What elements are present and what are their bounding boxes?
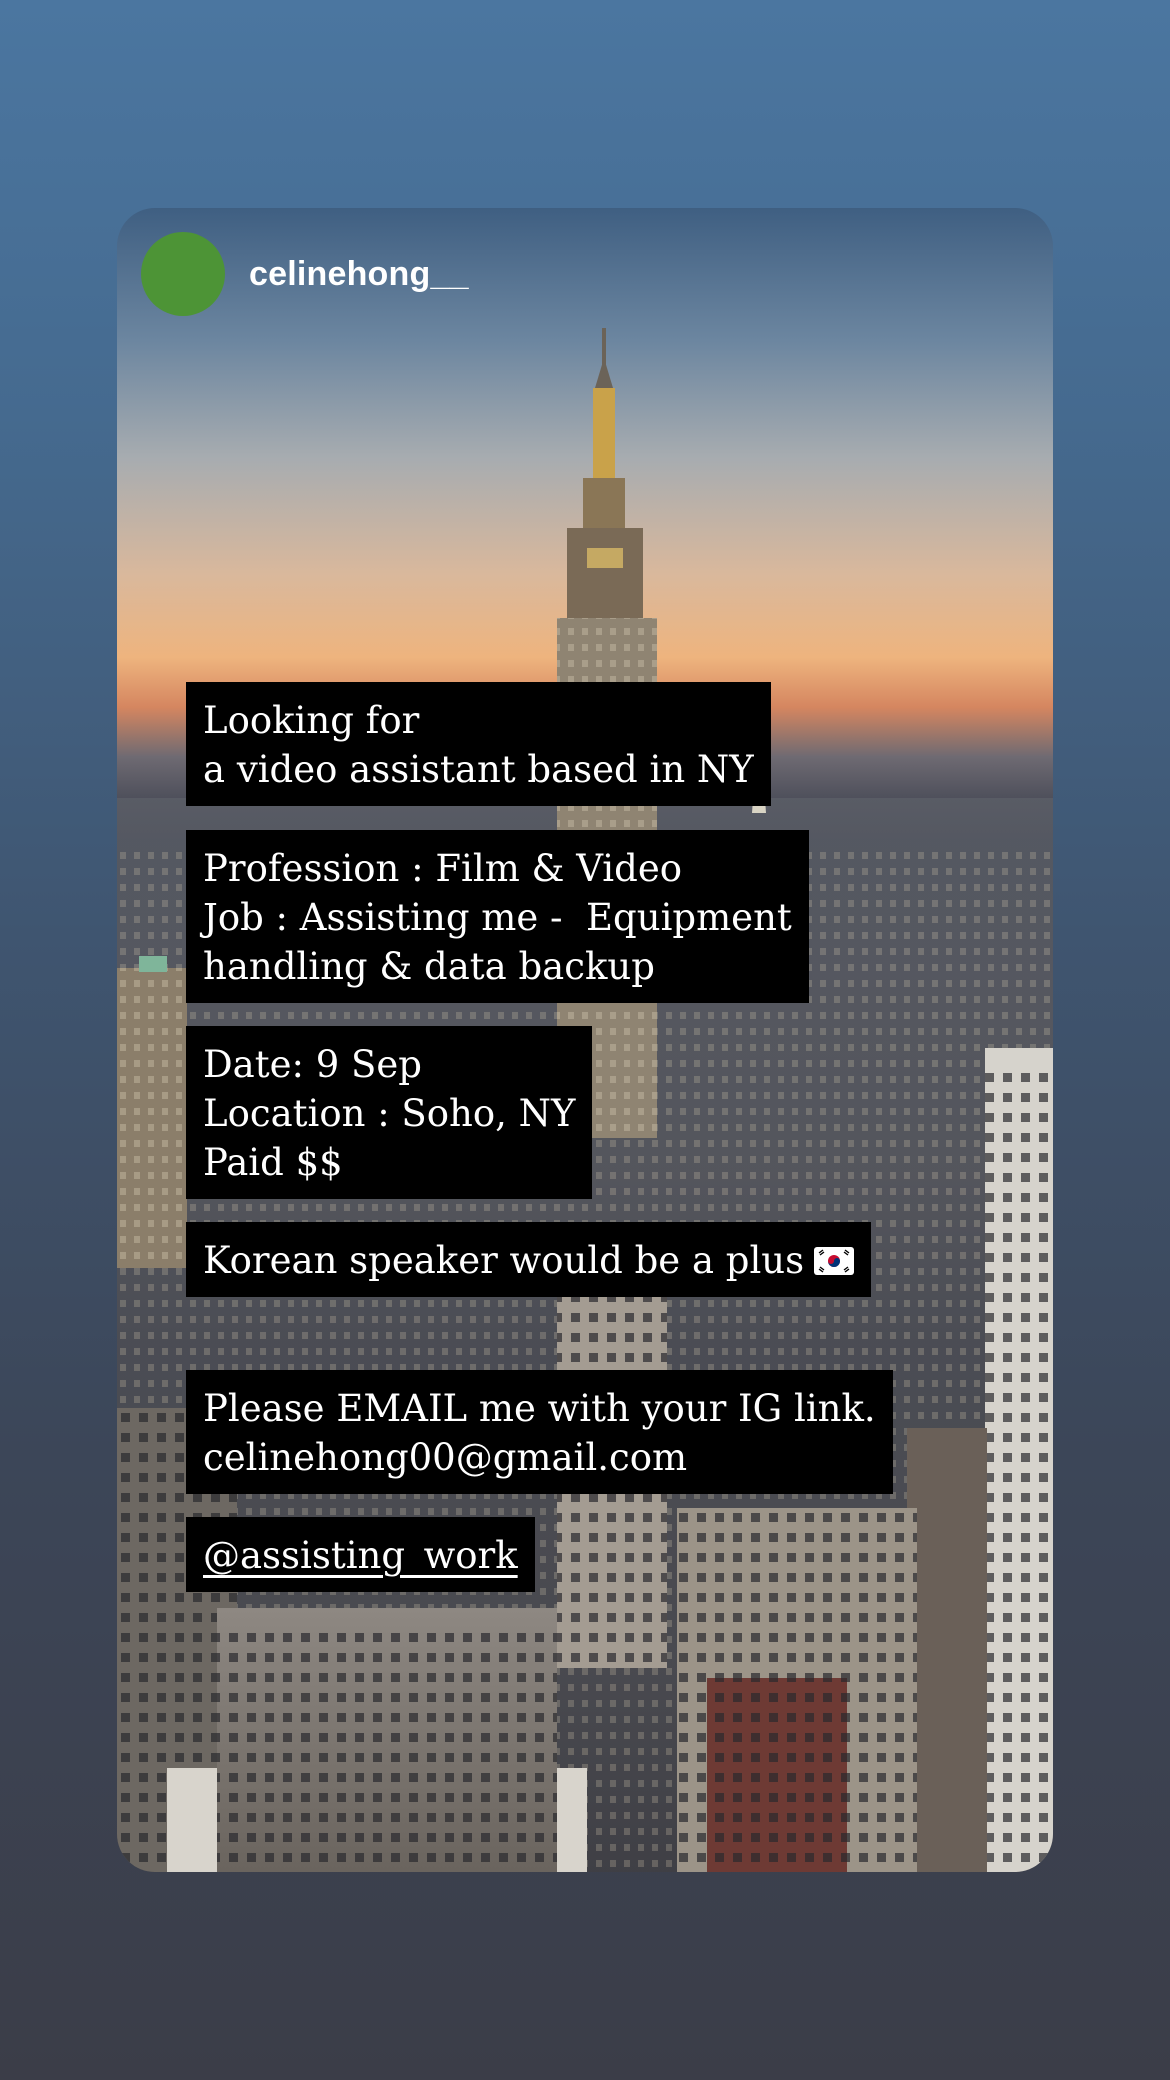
contact-text-block: Please EMAIL me with your IG link. celin… (186, 1370, 893, 1494)
contact-email[interactable]: celinehong00@gmail.com (203, 1436, 687, 1479)
language-note-text-block: Korean speaker would be a plus (186, 1222, 872, 1297)
profession-line: Profession : Film & Video (203, 847, 682, 890)
job-line-continued: handling & data backup (203, 945, 655, 988)
mention-link[interactable]: @assisting_work (203, 1534, 518, 1577)
job-line: Job : Assisting me - Equipment (203, 896, 792, 939)
language-note: Korean speaker would be a plus (203, 1239, 805, 1282)
story-header: celinehong__ (141, 232, 469, 316)
story-username[interactable]: celinehong__ (249, 255, 469, 294)
headline-text-block: Looking for a video assistant based in N… (186, 682, 771, 806)
date-location-text-block: Date: 9 Sep Location : Soho, NY Paid $$ (186, 1026, 593, 1199)
date-line: Date: 9 Sep (203, 1043, 422, 1086)
location-line: Location : Soho, NY (203, 1092, 576, 1135)
headline-line-1: Looking for (203, 699, 420, 742)
south-korea-flag-icon (814, 1247, 855, 1275)
job-details-text-block: Profession : Film & Video Job : Assistin… (186, 830, 809, 1003)
headline-line-2: a video assistant based in NY (203, 748, 754, 791)
profile-avatar[interactable] (141, 232, 225, 316)
mention-text-block: @assisting_work (186, 1517, 535, 1592)
pay-line: Paid $$ (203, 1141, 343, 1184)
contact-instruction: Please EMAIL me with your IG link. (203, 1387, 876, 1430)
